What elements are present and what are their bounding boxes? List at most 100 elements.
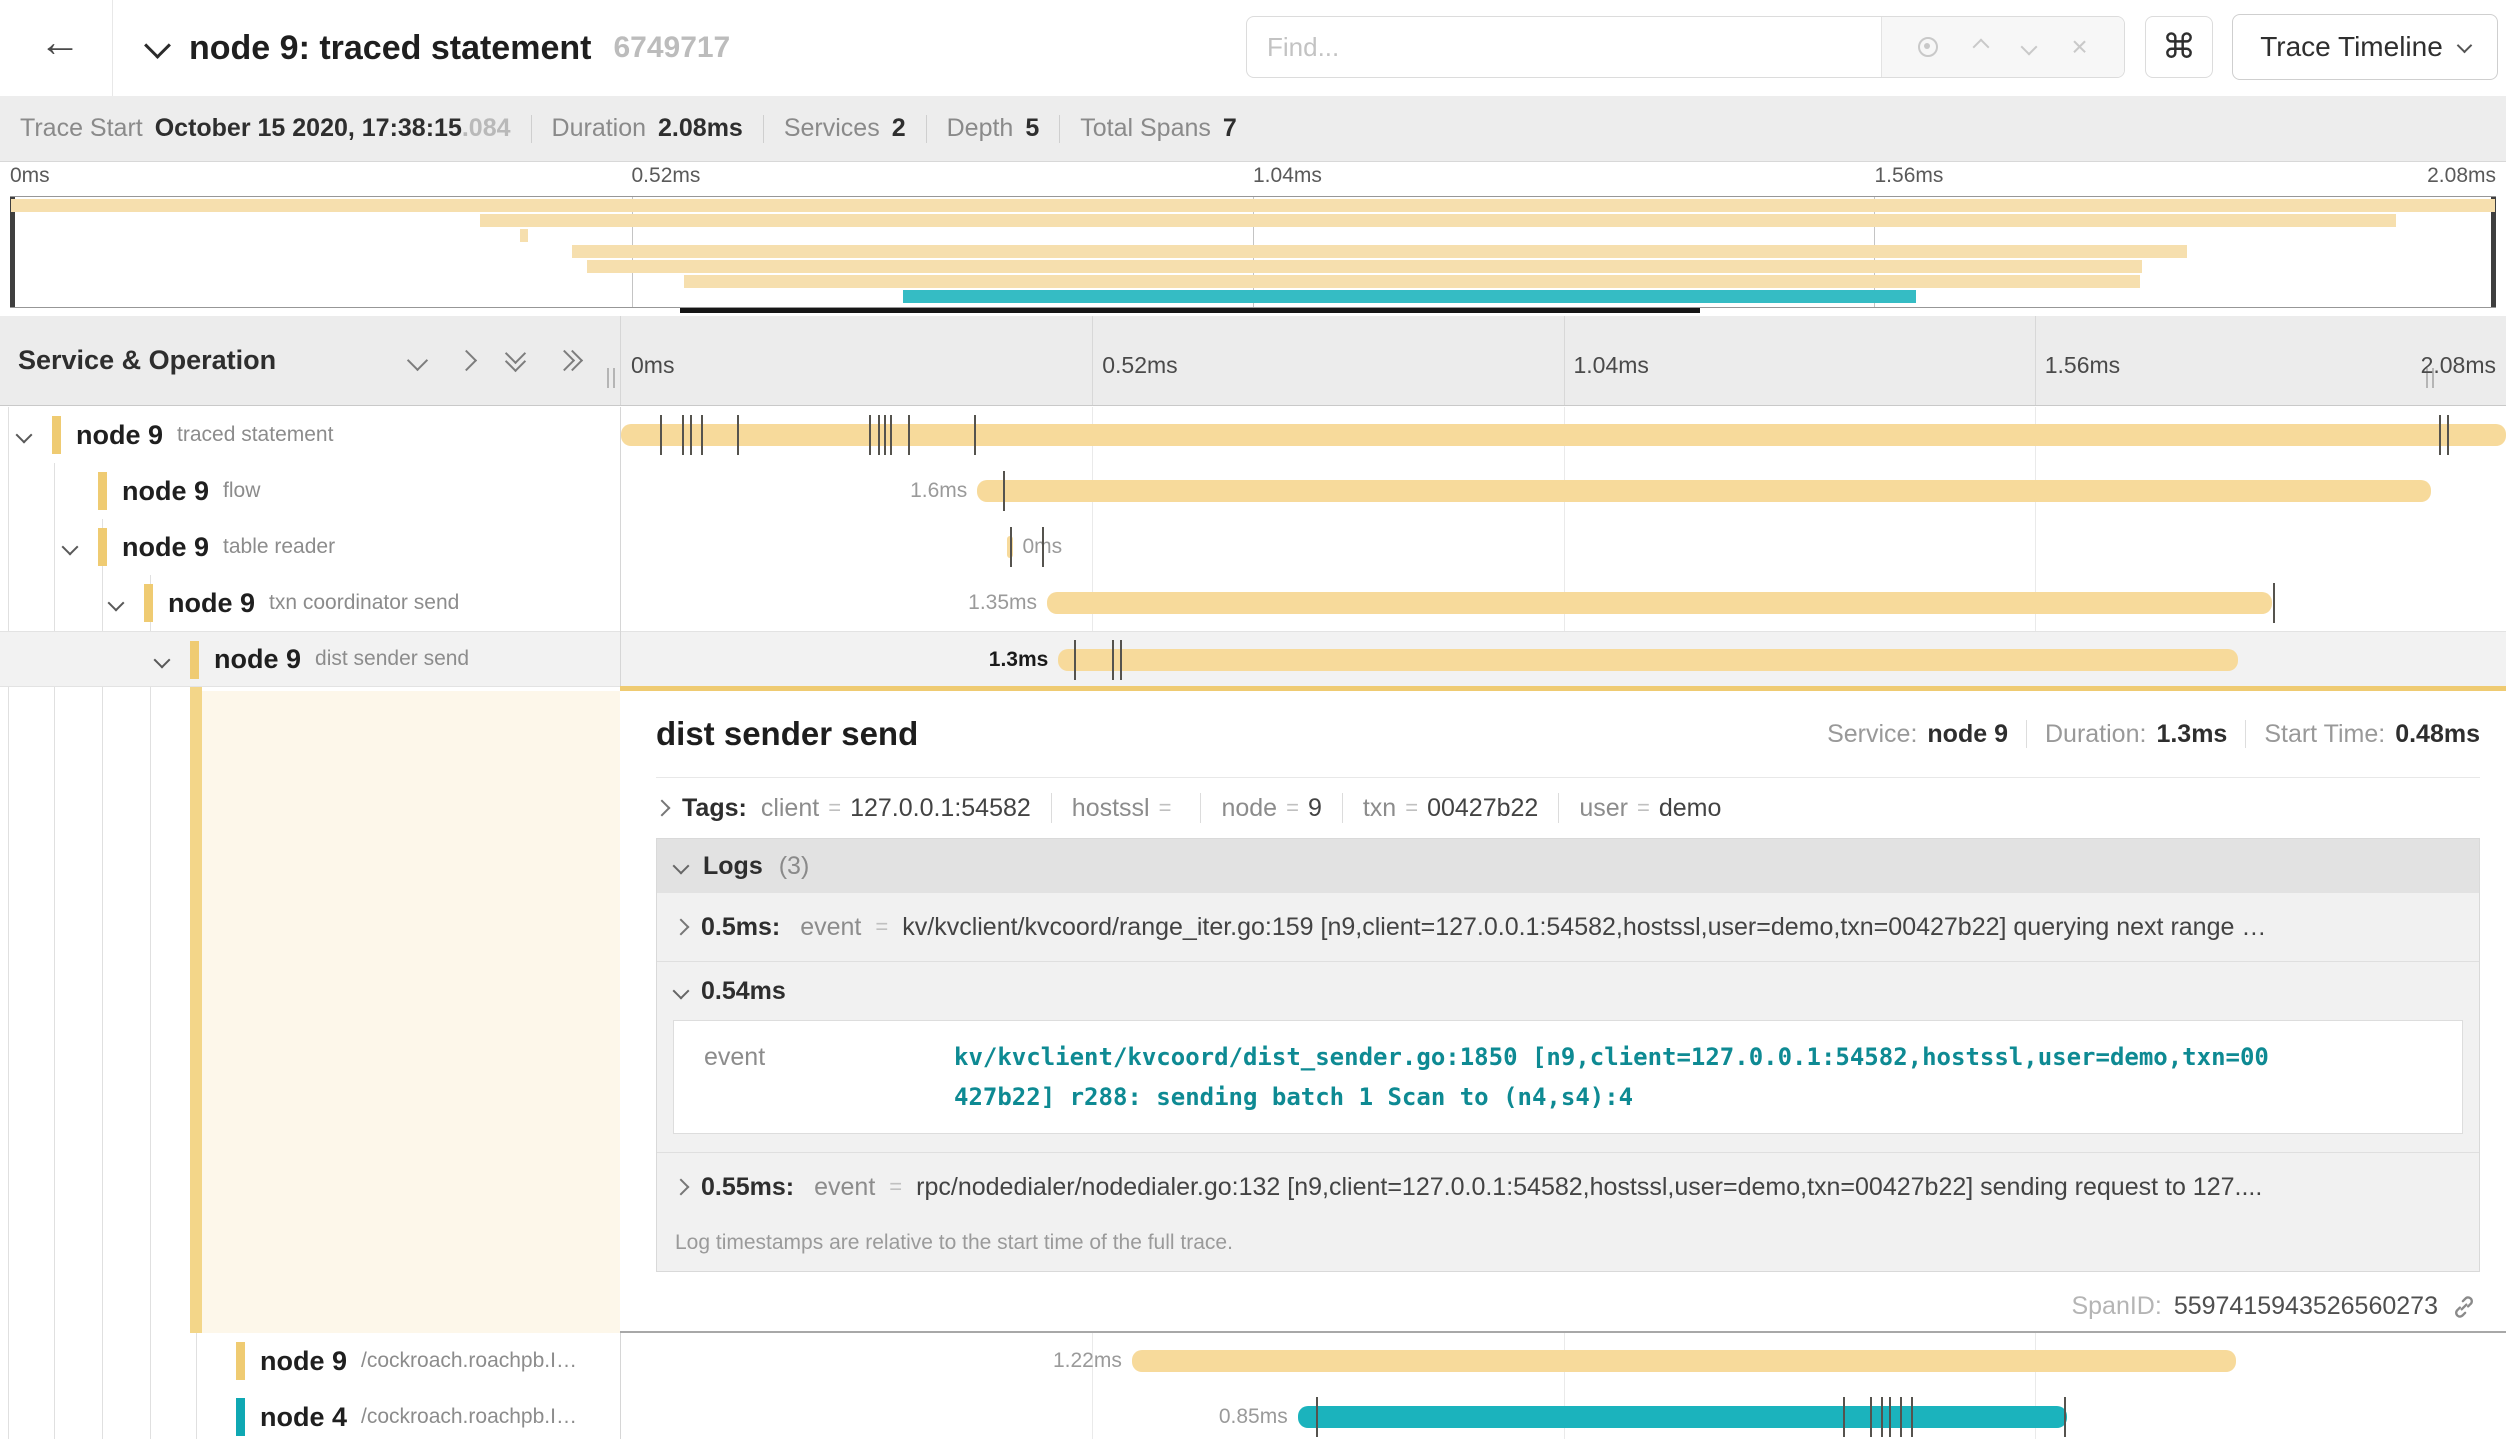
copy-link-icon[interactable]	[2450, 1293, 2478, 1321]
trace-minimap[interactable]	[10, 196, 2496, 308]
next-result-icon[interactable]	[2020, 39, 2037, 56]
match-target-icon[interactable]	[1918, 37, 1938, 57]
back-arrow-button[interactable]: ←	[30, 18, 90, 66]
span-detail-panel: dist sender send Service: node 9 Duratio…	[620, 686, 2506, 1333]
log-keyvalue-table: event kv/kvclient/kvcoord/dist_sender.go…	[673, 1020, 2463, 1134]
summary-label: Trace Start	[20, 114, 143, 143]
collapse-trace-chevron-icon[interactable]	[144, 32, 171, 59]
log-marker-tick	[1010, 527, 1012, 567]
ruler-gridline	[1092, 316, 1093, 405]
span-name-row[interactable]: node 9 table reader	[0, 519, 620, 575]
chevron-right-icon	[673, 919, 690, 936]
minimap-tick-label: 1.04ms	[1253, 164, 1322, 188]
clear-search-icon[interactable]: ×	[2071, 33, 2087, 61]
log-row-expanded-header[interactable]: 0.54ms	[657, 962, 2479, 1020]
span-rows-area: node 9traced statementnode 9flow node 9 ta…	[0, 407, 2506, 1439]
start-time-value: 0.48ms	[2395, 720, 2480, 749]
span-id-label: SpanID:	[2071, 1292, 2161, 1321]
find-input[interactable]	[1247, 17, 1881, 77]
logs-header[interactable]: Logs (3)	[657, 839, 2479, 893]
collapse-all-icon[interactable]	[508, 353, 523, 369]
span-name-row[interactable]: node 9flow	[0, 463, 620, 519]
service-name: node 4	[260, 1402, 347, 1433]
service-name: node 9	[76, 420, 163, 451]
ruler-tick-label: 0.52ms	[1102, 352, 1177, 379]
log-marker-tick	[2064, 1397, 2066, 1437]
prev-result-icon[interactable]	[1972, 39, 1989, 56]
expand-span-chevron-icon[interactable]	[62, 539, 79, 556]
span-bar[interactable]	[1058, 649, 2238, 671]
column-resize-grip[interactable]	[607, 368, 615, 388]
expand-span-chevron-icon[interactable]	[154, 652, 171, 669]
span-name-row[interactable]: node 9/cockroach.roachpb.I…	[0, 1333, 620, 1389]
selected-span-subtree-band	[202, 691, 620, 1333]
tag-key: user	[1579, 794, 1628, 823]
span-detail-title: dist sender send	[656, 715, 918, 753]
operation-name: table reader	[223, 535, 335, 559]
page-title: node 9: traced statement	[189, 29, 591, 68]
span-name-row[interactable]: node 4/cockroach.roachpb.I…	[0, 1389, 620, 1439]
service-value: node 9	[1927, 720, 2008, 749]
span-bar[interactable]	[1298, 1406, 2067, 1428]
view-selector-button[interactable]: Trace Timeline	[2232, 14, 2498, 80]
span-detail-header: dist sender send Service: node 9 Duratio…	[656, 691, 2480, 778]
service-name: node 9	[122, 532, 209, 563]
expand-span-chevron-icon[interactable]	[16, 427, 33, 444]
timeline-ruler: 0ms0.52ms1.04ms1.56ms2.08ms	[620, 316, 2506, 405]
summary-divider	[1059, 115, 1060, 143]
span-bar-row[interactable]: 0ms	[621, 519, 2506, 575]
span-bar[interactable]	[977, 480, 2430, 502]
minimap-left-scrubber[interactable]	[10, 197, 15, 307]
span-bar-row[interactable]: 1.3ms	[621, 631, 2506, 687]
span-bar-row[interactable]: 0.85ms	[621, 1389, 2506, 1439]
view-selector-label: Trace Timeline	[2260, 31, 2443, 63]
log-marker-tick	[2447, 415, 2449, 455]
duration-label: Duration:	[2045, 720, 2146, 749]
collapse-one-icon[interactable]	[407, 350, 428, 371]
summary-value-suffix: .084	[462, 114, 511, 143]
span-duration-label: 1.6ms	[910, 463, 967, 519]
summary-value: 7	[1223, 114, 1237, 143]
span-bar[interactable]	[621, 424, 2506, 446]
span-color-swatch	[190, 641, 199, 679]
expand-all-icon[interactable]	[557, 353, 580, 368]
span-name-row[interactable]: node 9txn coordinator send	[0, 575, 620, 631]
span-bar[interactable]	[1047, 592, 2272, 614]
keyboard-shortcuts-button[interactable]: ⌘	[2145, 16, 2213, 78]
minimap-viewport-bar[interactable]	[680, 308, 1700, 313]
timeline-header-row: Service & Operation 0ms0.52ms1.04ms1.56m…	[0, 316, 2506, 406]
log-value: rpc/nodedialer/nodedialer.go:132 [n9,cli…	[916, 1173, 2461, 1202]
log-key: event	[814, 1173, 875, 1202]
log-marker-tick	[974, 415, 976, 455]
span-bar-row[interactable]	[621, 407, 2506, 463]
equals-sign: =	[1159, 795, 1172, 821]
log-row[interactable]: 0.5ms: event = kv/kvclient/kvcoord/range…	[657, 893, 2479, 962]
span-duration-label: 0.85ms	[1219, 1389, 1288, 1439]
logs-title: Logs	[703, 852, 763, 881]
span-name-row[interactable]: node 9dist sender send	[0, 631, 620, 687]
log-marker-tick	[682, 415, 684, 455]
equals-sign: =	[828, 795, 841, 821]
span-bar-row[interactable]: 1.35ms	[621, 575, 2506, 631]
expand-span-chevron-icon[interactable]	[108, 595, 125, 612]
minimap-right-scrubber[interactable]	[2491, 197, 2496, 307]
service-operation-header: Service & Operation	[0, 316, 620, 405]
span-bar[interactable]	[1132, 1350, 2237, 1372]
span-color-swatch	[98, 528, 107, 566]
tag-value: 9	[1308, 794, 1322, 823]
equals-sign: =	[875, 914, 888, 940]
minimap-tick-labels: 0ms0.52ms1.04ms1.56ms2.08ms	[10, 164, 2496, 194]
operation-name: /cockroach.roachpb.I…	[361, 1349, 577, 1373]
log-marker-tick	[1911, 1397, 1913, 1437]
log-marker-tick	[2439, 415, 2441, 455]
tag-divider	[1342, 793, 1343, 823]
logs-accordion: Logs (3) 0.5ms: event = kv/kvclient/kvco…	[656, 838, 2480, 1272]
span-name-row[interactable]: node 9traced statement	[0, 407, 620, 463]
span-bar-row[interactable]: 1.6ms	[621, 463, 2506, 519]
chevron-down-icon	[673, 858, 690, 875]
span-bar-row[interactable]: 1.22ms	[621, 1333, 2506, 1389]
log-row[interactable]: 0.55ms: event = rpc/nodedialer/nodediale…	[657, 1152, 2479, 1221]
equals-sign: =	[1637, 795, 1650, 821]
expand-one-icon[interactable]	[456, 350, 477, 371]
tags-accordion[interactable]: Tags: client=127.0.0.1:54582hostssl=node…	[656, 778, 2480, 838]
